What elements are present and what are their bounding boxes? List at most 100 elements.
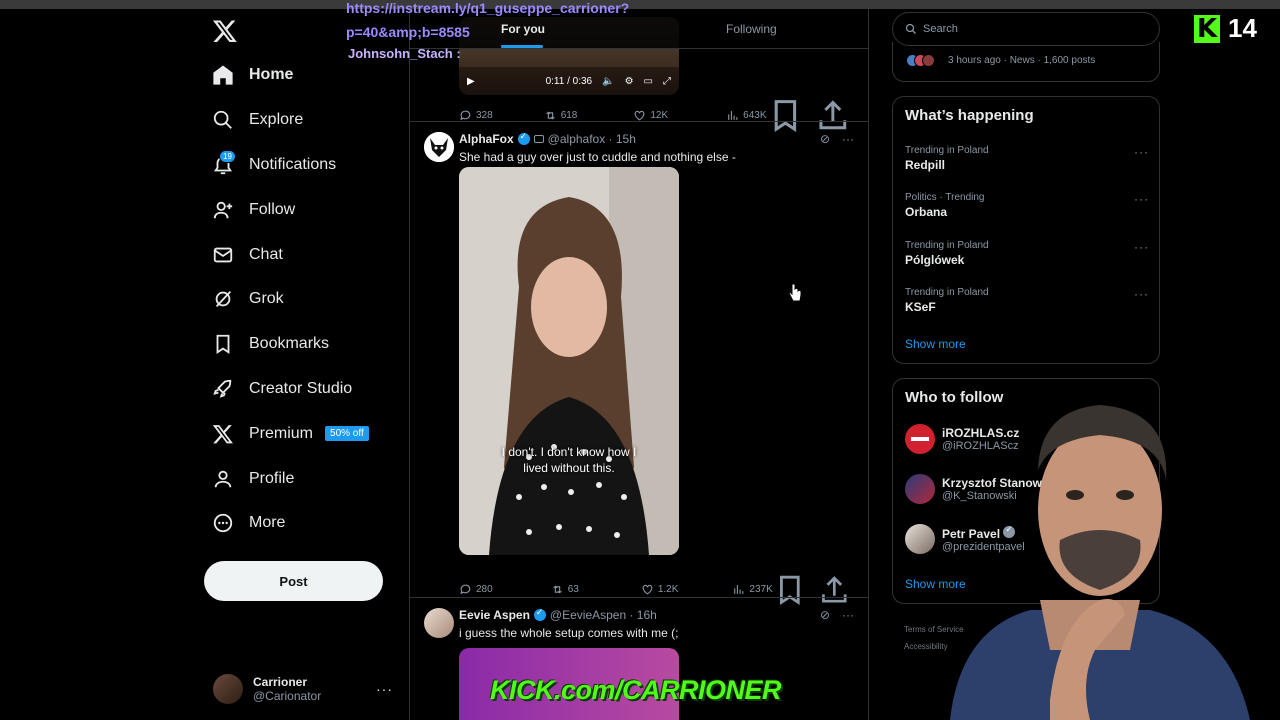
- streamer-webcam: [950, 405, 1250, 720]
- tweet-top-icons: ⊘ ···: [820, 608, 854, 622]
- nav-item-grok[interactable]: Grok: [208, 277, 369, 322]
- more-icon[interactable]: ···: [842, 608, 854, 622]
- nav-item-more[interactable]: More: [208, 501, 369, 546]
- reply-count: 328: [476, 109, 493, 121]
- tweet-header: AlphaFox @alphafox · 15h: [459, 131, 636, 146]
- reply-icon: [460, 110, 471, 121]
- rocket-icon: [208, 374, 238, 404]
- grok-icon[interactable]: ⊘: [820, 608, 830, 622]
- nav-item-home[interactable]: Home: [208, 53, 369, 98]
- reply-icon: [460, 584, 471, 595]
- repost-count: 63: [567, 584, 579, 596]
- more-icon[interactable]: ···: [1134, 192, 1149, 206]
- hand-cursor-icon: [788, 283, 802, 302]
- fox-avatar-icon[interactable]: [424, 132, 454, 162]
- trend-item[interactable]: Trending in Poland Redpill ···: [905, 145, 1149, 172]
- video-time: 0:11 / 0:36: [545, 75, 593, 87]
- trend-item[interactable]: Trending in Poland Pólglówek ···: [905, 240, 1149, 267]
- tweet-top-icons: ⊘ ···: [820, 132, 854, 146]
- news-meta: 3 hours ago · News · 1,600 posts: [948, 55, 1096, 66]
- x-icon: [208, 419, 238, 449]
- tweet-author-handle[interactable]: @EevieAspen · 16h: [550, 608, 657, 622]
- tab-following[interactable]: Following: [726, 22, 777, 36]
- more-icon[interactable]: ···: [1134, 287, 1149, 301]
- sidebar-nav: Home Explore 19 Notifications Follow Cha…: [208, 53, 369, 546]
- nav-label-notifications: Notifications: [249, 155, 337, 173]
- repost-count: 618: [560, 109, 578, 121]
- news-card[interactable]: 3 hours ago · News · 1,600 posts: [892, 42, 1160, 82]
- x-logo-icon[interactable]: [212, 18, 238, 44]
- avatar: [213, 674, 243, 704]
- nav-item-chat[interactable]: Chat: [208, 232, 369, 277]
- fullscreen-icon[interactable]: ⤢: [663, 76, 671, 87]
- like-button[interactable]: 12K: [633, 109, 668, 122]
- person-plus-icon: [208, 195, 238, 225]
- reply-button[interactable]: 280: [459, 583, 493, 596]
- repost-button[interactable]: 63: [551, 583, 579, 596]
- trend-topic: Redpill: [905, 158, 946, 172]
- settings-icon[interactable]: ⚙: [625, 76, 634, 87]
- trend-topic: Pólglówek: [905, 253, 965, 267]
- like-button[interactable]: 1.2K: [641, 583, 678, 596]
- tweet-text: i guess the whole setup comes with me (;: [459, 626, 679, 640]
- heart-icon: [635, 110, 645, 121]
- trend-context: Trending in Poland: [905, 145, 989, 156]
- overlay-url-line-1: https://instream.ly/q1_guseppe_carrioner…: [346, 0, 630, 16]
- views-button[interactable]: 237K: [732, 583, 773, 596]
- tweet-author-name[interactable]: Eevie Aspen: [459, 608, 530, 622]
- nav-label-home: Home: [249, 66, 294, 84]
- tweet[interactable]: AlphaFox @alphafox · 15h ⊘ ··· She had a…: [410, 121, 868, 606]
- timeline: For you Following ▶ 0:11 / 0:36 🔈 ⚙ ▭ ⤢ …: [409, 9, 869, 720]
- kick-logo-icon: [1194, 14, 1220, 44]
- trend-item[interactable]: Politics · Trending Orbana ···: [905, 192, 1149, 219]
- nav-item-follow[interactable]: Follow: [208, 187, 369, 232]
- nav-item-premium[interactable]: Premium 50% off: [208, 411, 369, 456]
- video-controls: ▶ 0:11 / 0:36 🔈 ⚙ ▭ ⤢: [459, 67, 679, 95]
- person-icon: [208, 464, 238, 494]
- nav-label-more: More: [249, 514, 286, 532]
- post-button[interactable]: Post: [204, 561, 383, 601]
- nav-item-profile[interactable]: Profile: [208, 456, 369, 501]
- account-switcher[interactable]: Carrioner @Carionator ···: [213, 674, 393, 704]
- play-icon[interactable]: ▶: [467, 76, 475, 87]
- nav-label-grok: Grok: [249, 290, 284, 308]
- nav-label-chat: Chat: [249, 245, 283, 263]
- repost-button[interactable]: 618: [544, 109, 578, 122]
- video-caption: I don't. I don't know how I lived withou…: [459, 444, 679, 476]
- views-count: 237K: [749, 584, 773, 596]
- views-button[interactable]: 643K: [726, 109, 767, 122]
- nav-item-creator-studio[interactable]: Creator Studio: [208, 367, 369, 412]
- avatar[interactable]: [424, 608, 454, 638]
- more-icon[interactable]: ···: [1134, 240, 1149, 254]
- caption-line-1: I don't. I don't know how I: [501, 445, 637, 459]
- stream-overlay-url: https://instream.ly/q1_guseppe_carrioner…: [346, 0, 629, 44]
- views-icon: [734, 585, 744, 595]
- tweet-author-name[interactable]: AlphaFox: [459, 132, 514, 146]
- nav-item-notifications[interactable]: 19 Notifications: [208, 143, 369, 188]
- tweet-video[interactable]: I don't. I don't know how I lived withou…: [459, 167, 679, 555]
- search-input[interactable]: Search: [892, 12, 1160, 46]
- account-more-icon[interactable]: ···: [376, 681, 393, 697]
- views-icon: [728, 111, 738, 120]
- account-name: Carrioner: [253, 675, 308, 689]
- show-more-link[interactable]: Show more: [905, 337, 966, 351]
- volume-icon[interactable]: 🔈: [602, 76, 614, 87]
- repost-icon: [546, 111, 555, 120]
- trend-item[interactable]: Trending in Poland KSeF ···: [905, 287, 1149, 314]
- more-icon[interactable]: ···: [842, 132, 854, 146]
- grok-icon[interactable]: ⊘: [820, 132, 830, 146]
- more-icon[interactable]: ···: [1134, 145, 1149, 159]
- nav-item-explore[interactable]: Explore: [208, 98, 369, 143]
- bell-icon: 19: [208, 149, 238, 180]
- trend-context: Politics · Trending: [905, 192, 985, 203]
- reply-button[interactable]: 328: [459, 109, 493, 122]
- pip-icon[interactable]: ▭: [644, 76, 653, 87]
- tab-active-indicator: [501, 45, 543, 48]
- avatar: [922, 54, 935, 67]
- views-count: 643K: [743, 109, 767, 121]
- like-count: 12K: [650, 109, 669, 121]
- trend-context: Trending in Poland: [905, 287, 989, 298]
- tweet-text: She had a guy over just to cuddle and no…: [459, 150, 736, 164]
- nav-item-bookmarks[interactable]: Bookmarks: [208, 322, 369, 367]
- tweet-author-handle[interactable]: @alphafox · 15h: [548, 132, 636, 146]
